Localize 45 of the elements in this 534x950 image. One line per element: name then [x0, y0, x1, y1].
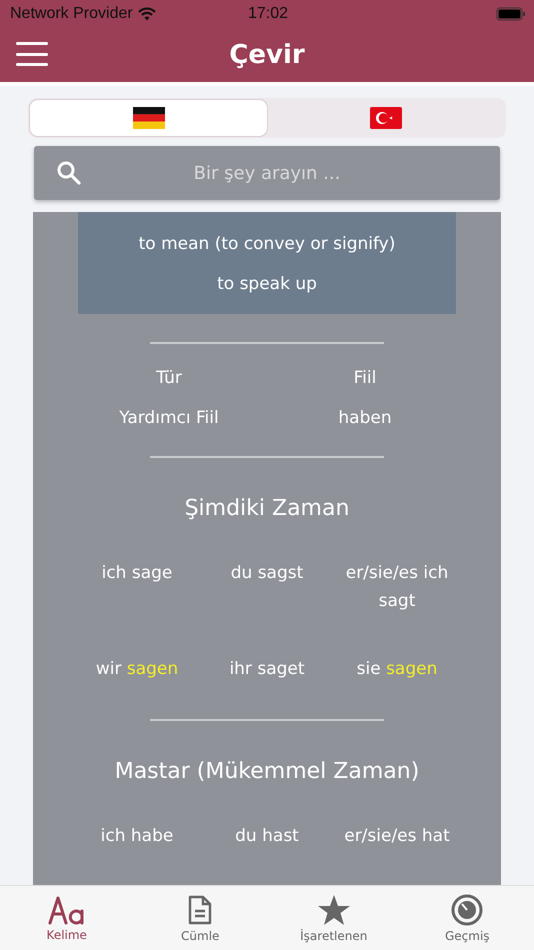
wifi-icon: [138, 7, 156, 21]
verb-form: sagst: [258, 563, 304, 583]
tab-bar-item[interactable]: Geçmiş: [400, 886, 534, 950]
detail-label: Tür: [156, 368, 182, 388]
verb-form: saget: [257, 659, 305, 679]
pronoun: ich: [102, 563, 126, 583]
detail-value: haben: [338, 408, 392, 428]
detail-label: Yardımcı Fiil: [119, 408, 219, 428]
flag-icon: [370, 107, 402, 129]
star-icon: [316, 894, 351, 926]
verb-form: sagt: [378, 591, 416, 611]
verb-form: sage: [132, 563, 172, 583]
verb-form: hat: [422, 826, 450, 846]
search-field[interactable]: Bir şey arayın ...: [34, 146, 500, 200]
document-icon: [187, 894, 214, 926]
battery-icon: [496, 7, 526, 21]
search-icon: [56, 160, 82, 186]
carrier-name: Network Provider: [10, 5, 133, 23]
verb-form: sagen: [126, 659, 178, 679]
section-title: Mastar (Mükemmel Zaman): [114, 759, 420, 784]
pronoun: er/sie/es ich: [346, 563, 448, 583]
section-title: Şimdiki Zaman: [184, 496, 350, 521]
pronoun: ich: [100, 826, 126, 846]
letters-icon: [48, 894, 86, 924]
pronoun: du: [230, 563, 252, 583]
tab-bar-item[interactable]: Kelime: [0, 886, 134, 950]
pronoun: er/sie/es: [344, 826, 416, 846]
tab-bar-item[interactable]: Cümle: [134, 886, 267, 950]
detail-value: Fiil: [354, 368, 376, 388]
clock-time: 17:02: [248, 5, 288, 23]
verb-form: habe: [130, 826, 174, 846]
pronoun: ihr: [229, 659, 252, 679]
flag-icon: [132, 107, 164, 129]
verb-form: sagen: [386, 659, 438, 679]
tab-bar-item[interactable]: İşaretlenen: [267, 886, 400, 950]
verb-form: hast: [262, 826, 299, 846]
meaning-text: to mean (to convey or signify): [138, 234, 396, 254]
pronoun: sie: [356, 659, 381, 679]
menu-button[interactable]: [16, 42, 48, 66]
meaning-text: to speak up: [217, 274, 317, 294]
language-tab[interactable]: [30, 100, 267, 136]
page-title: Çevir: [229, 40, 305, 70]
timer-icon: [451, 894, 484, 926]
pronoun: wir: [96, 659, 122, 679]
pronoun: du: [235, 826, 257, 846]
